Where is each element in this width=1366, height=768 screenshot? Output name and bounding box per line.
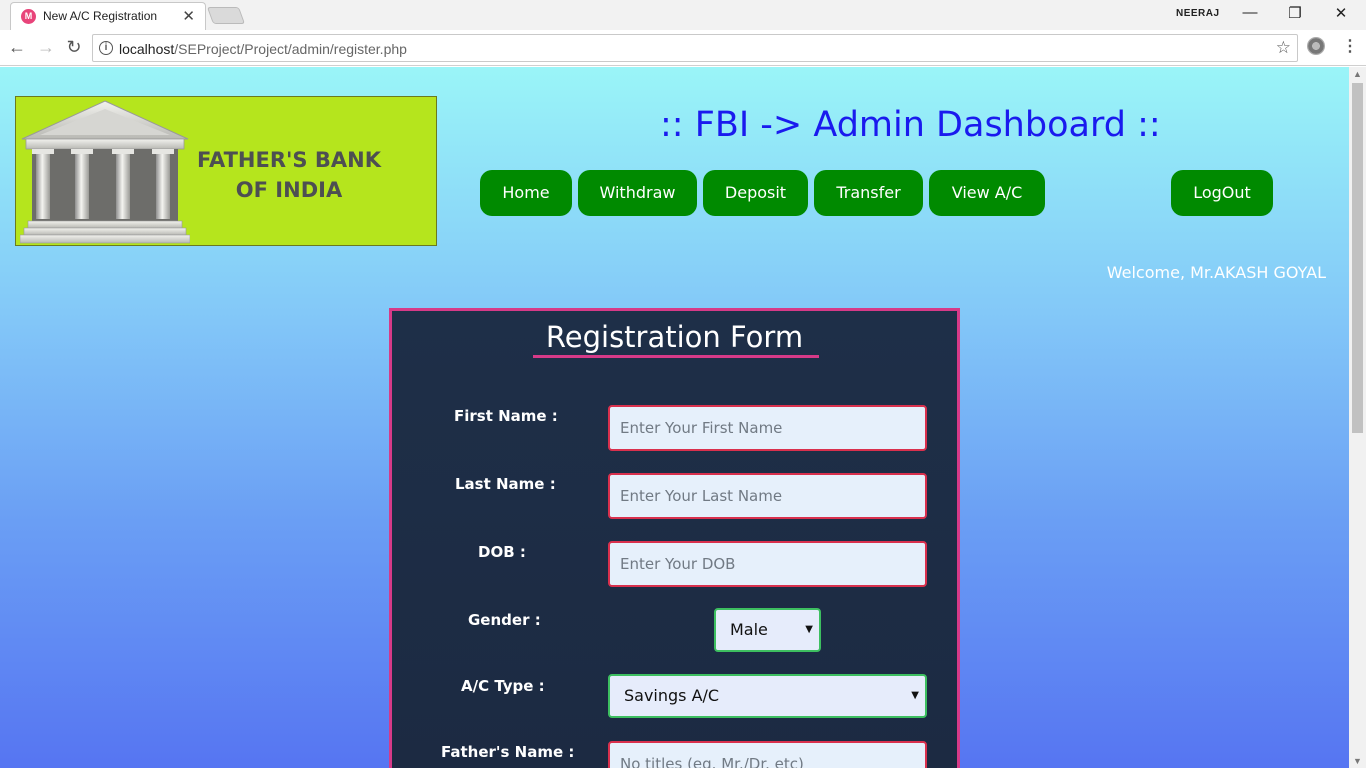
nav-transfer-button[interactable]: Transfer	[814, 170, 923, 216]
bank-name: FATHER'S BANK OF INDIA	[194, 145, 384, 205]
dob-label: DOB :	[478, 543, 526, 561]
registration-form: Registration Form First Name : Last Name…	[389, 308, 960, 768]
gender-label: Gender :	[468, 611, 541, 629]
bank-name-line2: OF INDIA	[235, 178, 343, 202]
first-name-label: First Name :	[454, 407, 558, 425]
father-name-label: Father's Name :	[441, 743, 575, 761]
menu-icon[interactable]: ⋮	[1342, 36, 1358, 56]
reload-icon[interactable]: ↻	[63, 37, 85, 58]
chevron-down-icon: ▼	[911, 690, 919, 701]
page-viewport: FATHER'S BANK OF INDIA :: FBI -> Admin D…	[0, 67, 1349, 768]
browser-titlebar: M New A/C Registration ✕ NEERAJ — ❐ ✕	[0, 0, 1366, 30]
restore-icon[interactable]: ❐	[1280, 4, 1310, 22]
nav-home-button[interactable]: Home	[480, 170, 572, 216]
url-path: /SEProject/Project/admin/register.php	[174, 41, 407, 57]
ac-type-selected-value: Savings A/C	[624, 686, 720, 705]
bank-building-icon	[20, 100, 190, 244]
tab-favicon-icon: M	[21, 9, 36, 24]
star-icon[interactable]: ☆	[1276, 38, 1291, 58]
gender-selected-value: Male	[730, 620, 768, 639]
extension-icon[interactable]	[1307, 37, 1325, 55]
browser-tab[interactable]: M New A/C Registration ✕	[10, 2, 206, 30]
scrollbar-thumb[interactable]	[1352, 83, 1363, 433]
new-tab-button[interactable]	[206, 7, 246, 24]
bank-name-line1: FATHER'S BANK	[197, 148, 381, 172]
info-icon[interactable]: i	[99, 41, 113, 55]
logout-button[interactable]: LogOut	[1171, 170, 1273, 216]
gender-select[interactable]: Male ▼	[714, 608, 821, 652]
chevron-down-icon: ▼	[805, 624, 813, 635]
bank-logo: FATHER'S BANK OF INDIA	[15, 96, 437, 246]
welcome-message: Welcome, Mr.AKASH GOYAL	[1106, 263, 1326, 282]
ac-type-label: A/C Type :	[461, 677, 545, 695]
nav-view-ac-button[interactable]: View A/C	[929, 170, 1045, 216]
nav-deposit-button[interactable]: Deposit	[703, 170, 808, 216]
page-scrollbar[interactable]: ▲ ▼	[1349, 67, 1366, 768]
nav-withdraw-button[interactable]: Withdraw	[578, 170, 697, 216]
last-name-input[interactable]	[608, 473, 927, 519]
first-name-input[interactable]	[608, 405, 927, 451]
ac-type-select[interactable]: Savings A/C ▼	[608, 674, 927, 718]
page-title: :: FBI -> Admin Dashboard ::	[660, 105, 1161, 145]
close-window-icon[interactable]: ✕	[1326, 4, 1356, 22]
browser-toolbar: ← → ↻ i localhost/SEProject/Project/admi…	[0, 30, 1366, 66]
close-tab-icon[interactable]: ✕	[182, 7, 195, 25]
minimize-icon[interactable]: —	[1235, 4, 1265, 21]
last-name-label: Last Name :	[455, 475, 556, 493]
father-name-input[interactable]	[608, 741, 927, 768]
forward-arrow-icon[interactable]: →	[35, 37, 57, 58]
tab-title: New A/C Registration	[43, 9, 158, 23]
dob-input[interactable]	[608, 541, 927, 587]
scroll-up-icon[interactable]: ▲	[1353, 69, 1362, 79]
back-arrow-icon[interactable]: ←	[6, 37, 28, 58]
url-text[interactable]: localhost/SEProject/Project/admin/regist…	[119, 41, 407, 57]
form-title: Registration Form	[545, 320, 804, 354]
scroll-down-icon[interactable]: ▼	[1353, 756, 1362, 766]
profile-name[interactable]: NEERAJ	[1176, 8, 1220, 19]
title-underline	[533, 355, 819, 358]
address-bar[interactable]: i localhost/SEProject/Project/admin/regi…	[92, 34, 1298, 62]
url-host: localhost	[119, 41, 175, 57]
